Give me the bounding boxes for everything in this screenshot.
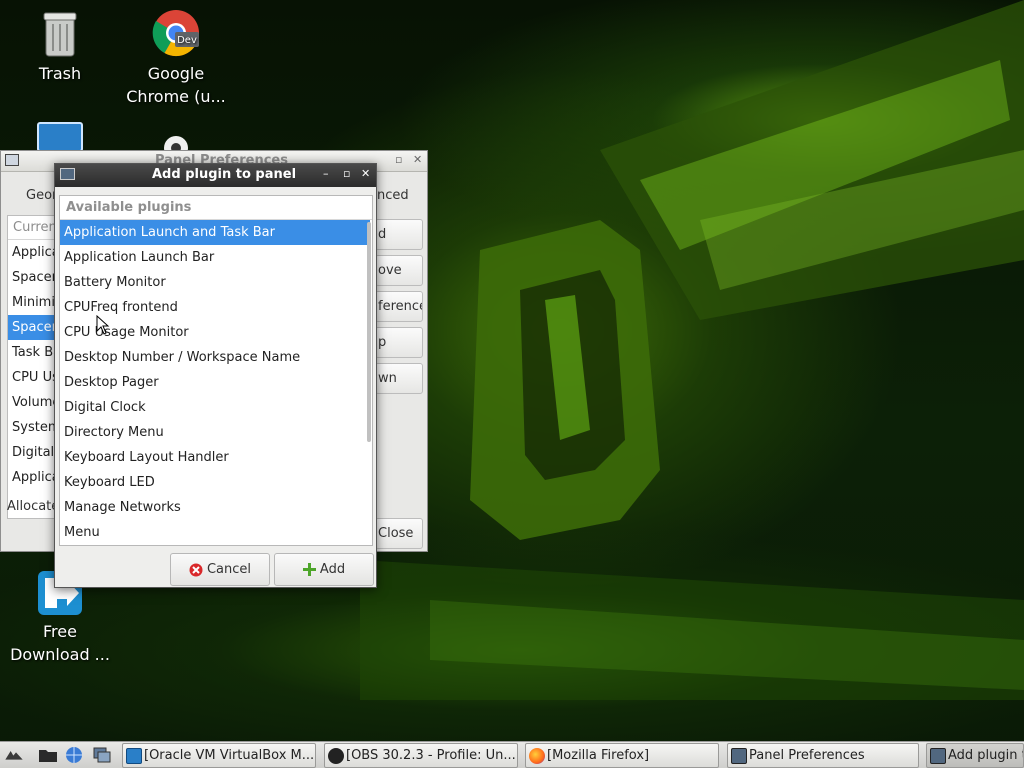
close-icon[interactable]: ✕ bbox=[413, 153, 422, 166]
window-menu-icon[interactable] bbox=[60, 168, 75, 180]
plugin-list-item[interactable]: Keyboard Layout Handler bbox=[60, 445, 370, 470]
list-item[interactable]: Spacer bbox=[8, 315, 56, 340]
taskbar-item-add-plugin[interactable]: Add plugin t bbox=[926, 743, 1024, 768]
plugin-list-item[interactable]: Keyboard LED bbox=[60, 470, 370, 495]
close-button[interactable]: Close bbox=[375, 518, 423, 549]
mouse-cursor-icon bbox=[96, 315, 110, 335]
list-item[interactable]: System bbox=[8, 415, 56, 440]
plugin-list-item[interactable]: Menu bbox=[60, 520, 370, 545]
taskbar-item-firefox[interactable]: [Mozilla Firefox] bbox=[525, 743, 719, 768]
add-plugin-dialog: Add plugin to panel – ▫ ✕ Available plug… bbox=[54, 163, 377, 588]
desktop-icon-trash[interactable]: Trash bbox=[8, 8, 112, 85]
scrollbar[interactable] bbox=[367, 222, 371, 442]
list-header: Available plugins bbox=[60, 196, 372, 220]
cancel-icon bbox=[189, 563, 203, 576]
plugin-list-item[interactable]: Directory Menu bbox=[60, 420, 370, 445]
firefox-icon bbox=[529, 747, 545, 764]
current-plugins-list[interactable]: Curren Applica Spacer Minimiz Spacer Task Ba… bbox=[7, 215, 57, 519]
taskbar: [Oracle VM VirtualBox M... [OBS 30.2.3 -… bbox=[0, 741, 1024, 768]
list-item[interactable]: Task Ba bbox=[8, 340, 56, 365]
plugin-list-item[interactable]: Battery Monitor bbox=[60, 270, 370, 295]
window-menu-icon[interactable] bbox=[5, 154, 19, 166]
chrome-dev-icon: Dev bbox=[152, 10, 200, 57]
add-plugin-icon bbox=[930, 747, 946, 764]
desktop-icon-google-chrome[interactable]: Dev Google Chrome (u... bbox=[124, 8, 228, 108]
minimize-icon[interactable]: – bbox=[323, 167, 329, 180]
file-manager-icon[interactable] bbox=[38, 746, 58, 764]
web-browser-icon[interactable] bbox=[64, 746, 84, 764]
taskbar-item-virtualbox[interactable]: [Oracle VM VirtualBox M... bbox=[122, 743, 316, 768]
plugin-list-item[interactable]: Desktop Number / Workspace Name bbox=[60, 345, 370, 370]
cancel-label: Cancel bbox=[206, 562, 252, 577]
list-header: Curren bbox=[8, 216, 56, 240]
plugin-list-item[interactable]: Desktop Pager bbox=[60, 370, 370, 395]
plugin-list-item[interactable]: Application Launch Bar bbox=[60, 245, 370, 270]
trash-icon bbox=[43, 12, 77, 57]
show-desktop-icon[interactable] bbox=[92, 746, 112, 764]
list-item[interactable]: Volume bbox=[8, 390, 56, 415]
desktop-icon-virtualbox-partial[interactable] bbox=[37, 122, 83, 152]
list-item[interactable]: CPU Us bbox=[8, 365, 56, 390]
plugin-list-item[interactable]: Digital Clock bbox=[60, 395, 370, 420]
add-button[interactable]: d bbox=[375, 219, 423, 250]
list-item[interactable]: Applica bbox=[8, 240, 56, 265]
available-plugins-list[interactable]: Available plugins Application Launch and… bbox=[59, 195, 373, 546]
close-icon[interactable]: ✕ bbox=[361, 167, 370, 180]
plugin-list-item[interactable]: Application Launch and Task Bar bbox=[60, 220, 370, 245]
dialog-title: Add plugin to panel bbox=[152, 167, 297, 182]
maximize-icon[interactable]: ▫ bbox=[395, 153, 402, 166]
dev-badge: Dev bbox=[177, 35, 197, 46]
list-item[interactable]: Digital C bbox=[8, 440, 56, 465]
taskbar-item-panel-preferences[interactable]: Panel Preferences bbox=[727, 743, 919, 768]
obs-icon bbox=[328, 747, 344, 764]
down-button[interactable]: wn bbox=[375, 363, 423, 394]
up-button[interactable]: p bbox=[375, 327, 423, 358]
preferences-button[interactable]: ferences bbox=[375, 291, 423, 322]
add-button[interactable]: Add bbox=[274, 553, 374, 586]
maximize-icon[interactable]: ▫ bbox=[343, 167, 350, 180]
plugin-list-item[interactable]: Manage Networks bbox=[60, 495, 370, 520]
list-item[interactable]: Minimiz bbox=[8, 290, 56, 315]
desktop-icon-label: Free bbox=[43, 622, 77, 641]
allocate-label: Allocate bbox=[7, 499, 60, 514]
list-item[interactable]: Spacer bbox=[8, 265, 56, 290]
mint-menu-icon[interactable] bbox=[4, 746, 24, 764]
desktop-icon-label: Download ... bbox=[10, 645, 110, 664]
virtualbox-icon bbox=[126, 747, 142, 764]
cancel-button[interactable]: Cancel bbox=[170, 553, 270, 586]
panel-preferences-icon bbox=[731, 747, 747, 764]
gear-icon bbox=[164, 136, 188, 152]
list-item[interactable]: Applica bbox=[8, 465, 56, 490]
taskbar-item-obs[interactable]: [OBS 30.2.3 - Profile: Un... bbox=[324, 743, 518, 768]
plus-icon bbox=[302, 563, 316, 576]
tab-advanced[interactable]: nced bbox=[377, 181, 409, 211]
desktop-icon-label: Chrome (u... bbox=[126, 87, 226, 106]
dialog-titlebar[interactable]: Add plugin to panel – ▫ ✕ bbox=[55, 164, 376, 187]
desktop-icon-label: Trash bbox=[38, 64, 82, 83]
add-label: Add bbox=[319, 562, 346, 577]
remove-button[interactable]: ove bbox=[375, 255, 423, 286]
desktop-icon-label: Google bbox=[147, 64, 205, 83]
